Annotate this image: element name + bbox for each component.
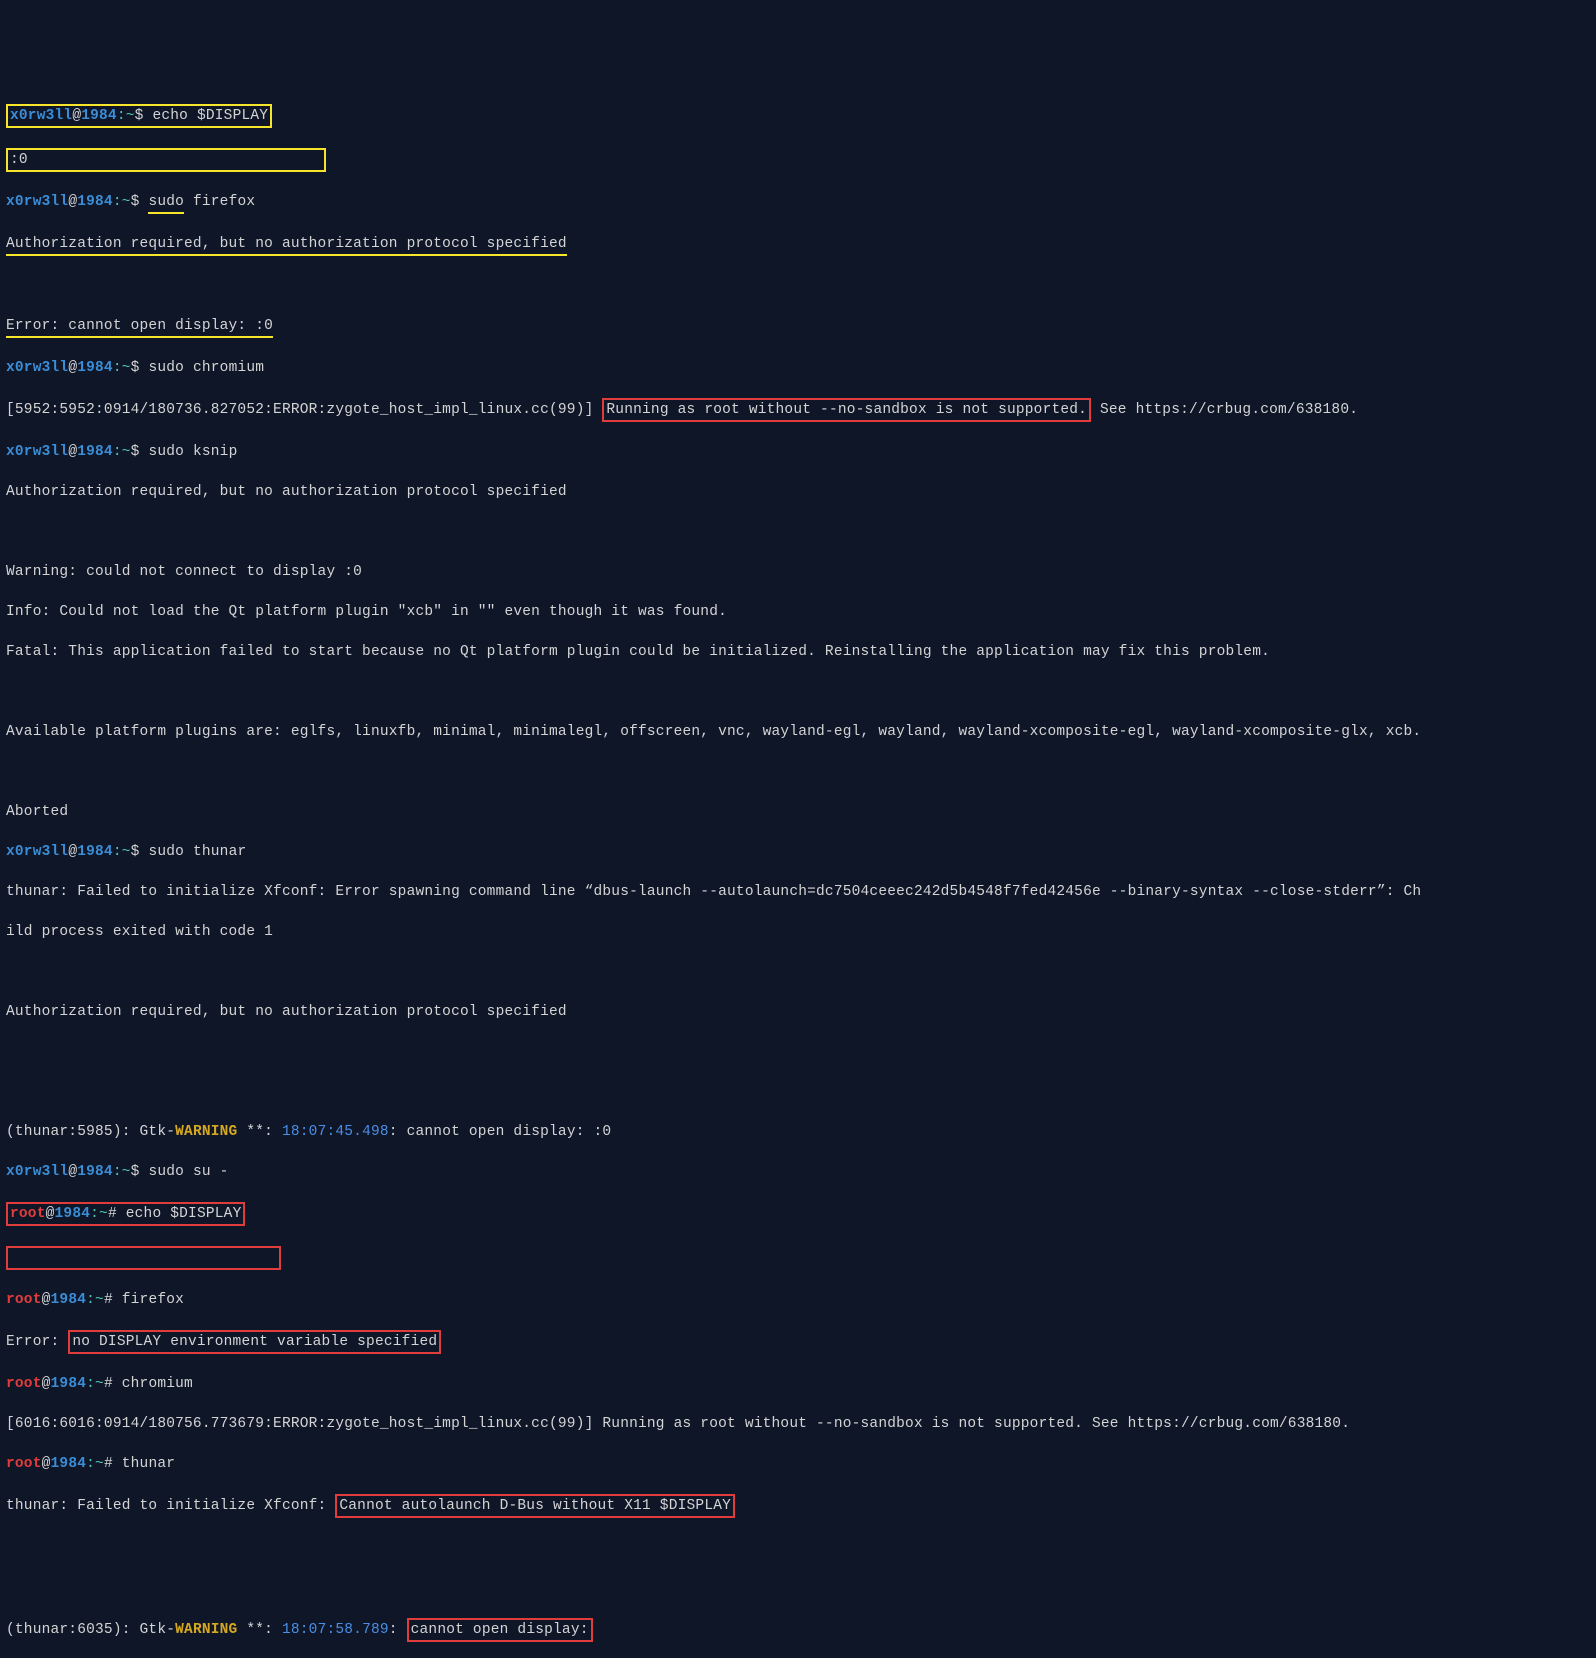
line-thunar-warn1: (thunar:5985): Gtk-WARNING **: 18:07:45.…	[6, 1122, 1590, 1142]
line-out1: :0	[6, 148, 1590, 172]
command-root-chromium: chromium	[122, 1376, 193, 1392]
line-cmd5: x0rw3ll@1984:~$ sudo thunar	[6, 842, 1590, 862]
command-sudo-ksnip: sudo ksnip	[148, 444, 237, 460]
line-rout1	[6, 1246, 1590, 1270]
command-sudo-chromium: sudo chromium	[148, 360, 264, 376]
line-out3: [5952:5952:0914/180736.827052:ERROR:zygo…	[6, 398, 1590, 422]
line-rcmd3: root@1984:~# chromium	[6, 1374, 1590, 1394]
line-thunar-warn2: (thunar:6035): Gtk-WARNING **: 18:07:58.…	[6, 1618, 1590, 1642]
command-sudo-su: sudo su -	[148, 1164, 228, 1180]
line-rcmd2: root@1984:~# firefox	[6, 1290, 1590, 1310]
annotation-box-yellow: :0	[6, 148, 326, 172]
command-root-thunar: thunar	[122, 1456, 175, 1472]
terminal-output[interactable]: x0rw3ll@1984:~$ echo $DISPLAY :0 x0rw3ll…	[6, 84, 1590, 1658]
command-sudo-thunar: sudo thunar	[148, 844, 246, 860]
annotation-box-red-cannotopen: cannot open display:	[407, 1618, 593, 1642]
annotation-box-yellow: x0rw3ll@1984:~$ echo $DISPLAY	[6, 104, 272, 128]
annotation-box-red-dbus: Cannot autolaunch D-Bus without X11 $DIS…	[335, 1494, 735, 1518]
line-rcmd4: root@1984:~# thunar	[6, 1454, 1590, 1474]
prompt-root: root	[10, 1206, 46, 1222]
annotation-underline-authreq: Authorization required, but no authoriza…	[6, 234, 567, 256]
annotation-box-red-sandbox: Running as root without --no-sandbox is …	[602, 398, 1091, 422]
annotation-box-red-rootprompt: root@1984:~# echo $DISPLAY	[6, 1202, 245, 1226]
command-root-firefox: firefox	[122, 1292, 184, 1308]
annotation-underline-sudo: sudo	[148, 192, 184, 214]
line-out2a: Authorization required, but no authoriza…	[6, 234, 1590, 256]
line-rout2: Error: no DISPLAY environment variable s…	[6, 1330, 1590, 1354]
display-value: :0	[10, 152, 28, 168]
prompt-user: x0rw3ll	[10, 108, 72, 124]
gtk-warning-label: WARNING	[175, 1622, 237, 1638]
line-cmd2: x0rw3ll@1984:~$ sudo firefox	[6, 192, 1590, 214]
line-cmd4: x0rw3ll@1984:~$ sudo ksnip	[6, 442, 1590, 462]
annotation-box-red-emptydisplay	[6, 1246, 281, 1270]
timestamp: 18:07:45.498	[282, 1124, 389, 1140]
gtk-warning-label: WARNING	[175, 1124, 237, 1140]
line-rout4: thunar: Failed to initialize Xfconf: Can…	[6, 1494, 1590, 1518]
line-cmd3: x0rw3ll@1984:~$ sudo chromium	[6, 358, 1590, 378]
prompt-host: 1984	[81, 108, 117, 124]
line-out2b: Error: cannot open display: :0	[6, 316, 1590, 338]
command-root-echo-display: echo $DISPLAY	[126, 1206, 242, 1222]
timestamp: 18:07:58.789	[282, 1622, 389, 1638]
command-echo-display: echo $DISPLAY	[152, 108, 268, 124]
annotation-underline-error: Error: cannot open display: :0	[6, 316, 273, 338]
annotation-box-red-nodisplay: no DISPLAY environment variable specifie…	[68, 1330, 441, 1354]
line-rcmd1: root@1984:~# echo $DISPLAY	[6, 1202, 1590, 1226]
line-cmd6: x0rw3ll@1984:~$ sudo su -	[6, 1162, 1590, 1182]
line-cmd1: x0rw3ll@1984:~$ echo $DISPLAY	[6, 104, 1590, 128]
